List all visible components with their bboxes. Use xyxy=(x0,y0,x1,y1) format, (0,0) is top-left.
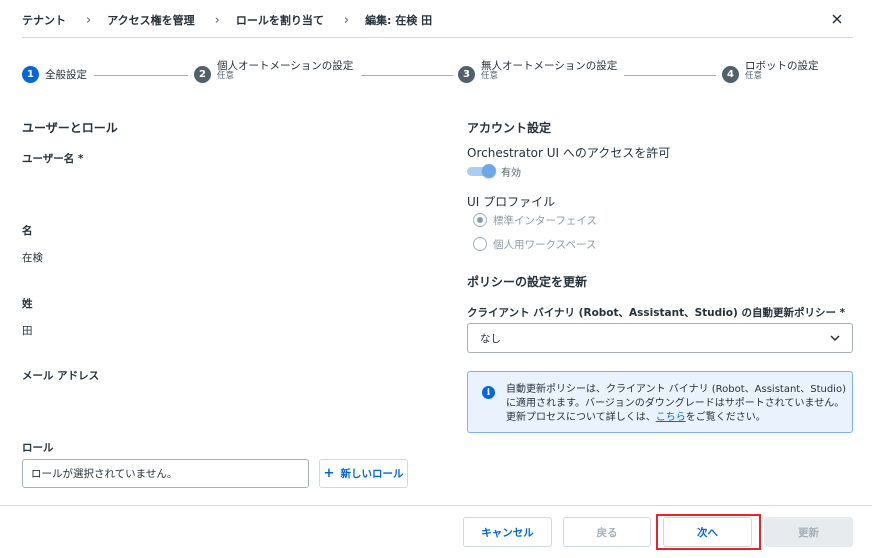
step-number: 2 xyxy=(194,66,211,83)
edit-user-dialog: テナント › アクセス権を管理 › ロールを割り当て › 編集: 在検 田 1 … xyxy=(0,0,872,558)
update-policy-title: ポリシーの設定を更新 xyxy=(467,275,588,289)
chevron-right-icon: › xyxy=(214,12,220,28)
chevron-right-icon: › xyxy=(343,12,350,28)
header-divider xyxy=(22,37,853,38)
step-unattended-automation[interactable]: 3 無人オートメーションの設定 任意 xyxy=(458,60,617,83)
step-general-settings[interactable]: 1 全般設定 xyxy=(22,60,87,83)
new-role-label: 新しいロール xyxy=(340,468,404,480)
close-icon xyxy=(832,14,842,24)
radio-personal-workspace-label: 個人用ワークスペース xyxy=(493,239,597,251)
new-role-button[interactable]: + 新しいロール xyxy=(319,459,408,488)
step-connector xyxy=(624,75,716,76)
orchestrator-access-label: Orchestrator UI へのアクセスを許可 xyxy=(467,146,671,160)
auto-update-info-box: i 自動更新ポリシーは、クライアント バイナリ (Robot、Assistant… xyxy=(467,371,853,433)
step-robot-settings[interactable]: 4 ロボットの設定 任意 xyxy=(722,60,819,83)
info-text: 自動更新ポリシーは、クライアント バイナリ (Robot、Assistant、S… xyxy=(506,383,846,425)
step-number: 4 xyxy=(722,66,739,83)
dialog-header: テナント › アクセス権を管理 › ロールを割り当て › 編集: 在検 田 xyxy=(0,0,872,38)
step-attended-automation[interactable]: 2 個人オートメーションの設定 任意 xyxy=(194,60,353,83)
step-label: 全般設定 xyxy=(45,69,87,81)
step-connector xyxy=(361,75,453,76)
info-icon: i xyxy=(482,386,495,399)
step-number: 3 xyxy=(458,66,475,83)
step-label: 個人オートメーションの設定 xyxy=(217,60,354,72)
last-name-label: 姓 xyxy=(22,298,33,310)
step-optional-label: 任意 xyxy=(217,71,235,81)
cancel-button[interactable]: キャンセル xyxy=(463,517,552,547)
step-connector xyxy=(94,75,188,76)
update-button[interactable]: 更新 xyxy=(764,517,853,547)
breadcrumb-tenant[interactable]: テナント xyxy=(22,12,66,28)
users-and-roles-title: ユーザーとロール xyxy=(22,121,118,135)
chevron-down-icon xyxy=(830,335,840,342)
orchestrator-access-toggle[interactable] xyxy=(467,164,496,178)
chevron-right-icon: › xyxy=(86,12,92,28)
first-name-value: 在検 xyxy=(22,252,43,264)
plus-icon: + xyxy=(323,466,335,481)
step-label: 無人オートメーションの設定 xyxy=(481,60,618,72)
breadcrumb-manage-access[interactable]: アクセス権を管理 xyxy=(107,12,194,28)
back-button[interactable]: 戻る xyxy=(563,517,651,547)
wizard-stepper: 1 全般設定 2 個人オートメーションの設定 任意 3 無人オートメーションの設… xyxy=(0,60,872,90)
next-button[interactable]: 次へ xyxy=(663,517,752,547)
role-label: ロール xyxy=(22,442,54,454)
auto-update-policy-select[interactable]: なし xyxy=(467,323,853,353)
role-select-input[interactable]: ロールが選択されていません。 xyxy=(22,459,309,488)
info-link[interactable]: こちら xyxy=(656,412,686,423)
step-optional-label: 任意 xyxy=(745,71,763,81)
auto-update-policy-label: クライアント バイナリ (Robot、Assistant、Studio) の自動… xyxy=(467,307,846,319)
breadcrumb-edit-user: 編集: 在検 田 xyxy=(365,14,433,27)
toggle-enabled-text: 有効 xyxy=(501,168,521,179)
ui-profile-label: UI プロファイル xyxy=(467,195,556,209)
breadcrumb: テナント › アクセス権を管理 › ロールを割り当て › 編集: 在検 田 xyxy=(22,12,432,28)
toggle-knob xyxy=(482,164,496,178)
first-name-label: 名 xyxy=(22,225,33,237)
step-number: 1 xyxy=(22,66,39,83)
step-optional-label: 任意 xyxy=(481,71,499,81)
footer-divider xyxy=(0,505,872,506)
info-text-part-2: をご覧ください。 xyxy=(685,412,766,423)
breadcrumb-assign-roles[interactable]: ロールを割り当て xyxy=(236,12,324,28)
email-label: メール アドレス xyxy=(22,370,100,382)
close-button[interactable] xyxy=(826,8,848,30)
username-label: ユーザー名 * xyxy=(22,153,84,165)
last-name-value: 田 xyxy=(22,325,33,337)
account-settings-title: アカウント設定 xyxy=(467,121,552,135)
auto-update-policy-value: なし xyxy=(480,332,501,345)
radio-personal-workspace[interactable] xyxy=(473,237,487,251)
role-placeholder: ロールが選択されていません。 xyxy=(31,468,178,480)
radio-standard-interface[interactable] xyxy=(473,213,487,227)
radio-standard-interface-label: 標準インターフェイス xyxy=(493,215,598,227)
